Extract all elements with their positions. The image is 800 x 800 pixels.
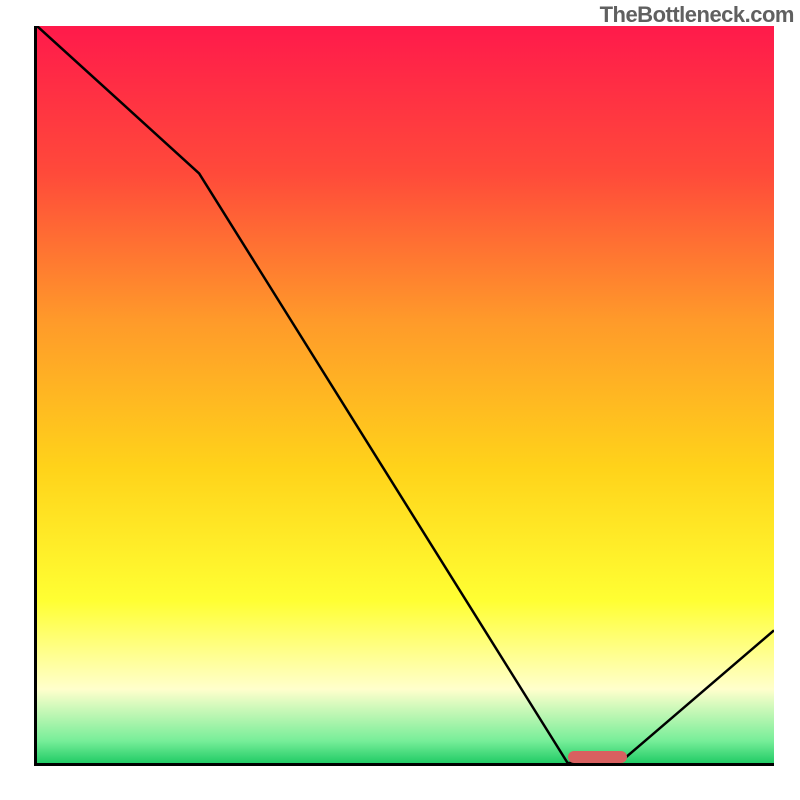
bottleneck-curve xyxy=(37,26,774,763)
watermark-text: TheBottleneck.com xyxy=(600,2,794,28)
plot-area xyxy=(37,26,774,763)
optimal-range-marker xyxy=(568,751,627,763)
